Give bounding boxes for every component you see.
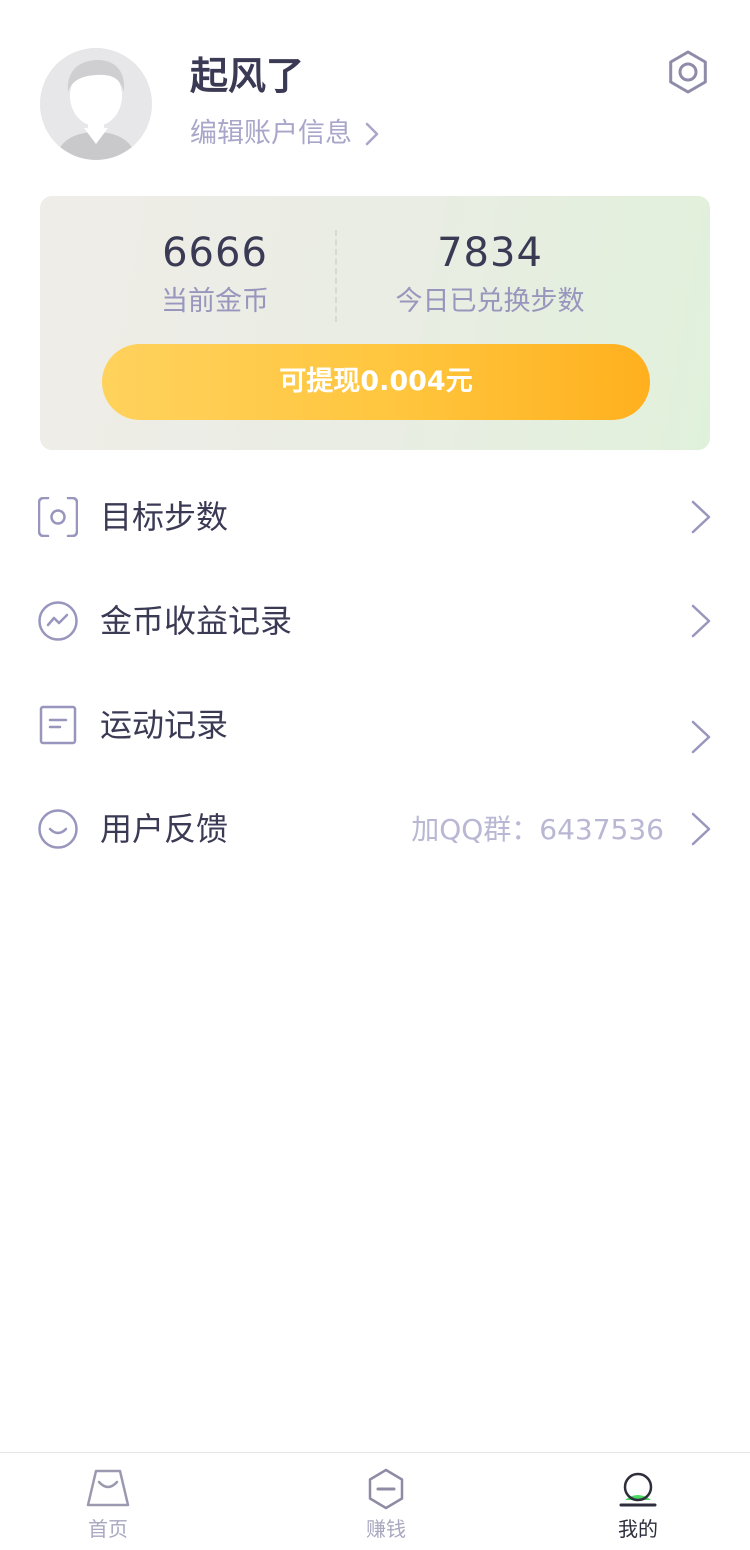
tab-label: 首页 bbox=[88, 1517, 128, 1541]
username: 起风了 bbox=[190, 54, 305, 98]
stats-card: 6666 当前金币 7834 今日已兑换步数 可提现0.004元 bbox=[40, 196, 710, 450]
edit-account-label: 编辑账户信息 bbox=[190, 118, 352, 149]
chevron-right-icon bbox=[691, 500, 711, 534]
bottom-tab-bar: 首页 赚钱 我的 bbox=[0, 1452, 750, 1550]
target-icon bbox=[38, 497, 78, 537]
trend-chart-icon bbox=[38, 601, 78, 641]
tab-earn[interactable]: 赚钱 bbox=[316, 1453, 456, 1550]
gear-icon bbox=[669, 50, 707, 94]
coins-value: 6666 bbox=[162, 230, 268, 276]
avatar[interactable] bbox=[40, 48, 152, 160]
tab-home[interactable]: 首页 bbox=[38, 1453, 178, 1550]
coins-stat: 6666 当前金币 bbox=[115, 226, 315, 322]
hexagon-coin-icon bbox=[368, 1468, 404, 1510]
tab-mine[interactable]: 我的 bbox=[568, 1453, 708, 1550]
tab-label: 我的 bbox=[618, 1517, 658, 1541]
tab-label: 赚钱 bbox=[366, 1517, 406, 1541]
document-icon bbox=[39, 705, 77, 745]
settings-button[interactable] bbox=[664, 48, 712, 96]
chevron-right-icon bbox=[365, 122, 379, 146]
menu-item-label: 金币收益记录 bbox=[100, 602, 293, 640]
menu-item-target-steps[interactable]: 目标步数 bbox=[0, 472, 750, 562]
chevron-right-icon bbox=[691, 604, 711, 638]
qq-group-info: 加QQ群：6437536 bbox=[411, 813, 664, 846]
edit-account-link[interactable]: 编辑账户信息 bbox=[190, 114, 380, 154]
chevron-right-icon bbox=[691, 720, 711, 754]
smile-icon bbox=[38, 809, 78, 849]
user-profile-icon bbox=[619, 1472, 657, 1507]
menu-item-exercise-records[interactable]: 运动记录 bbox=[0, 680, 750, 770]
shopping-bag-icon bbox=[86, 1469, 130, 1507]
menu-item-user-feedback[interactable]: 用户反馈 加QQ群：6437536 bbox=[0, 784, 750, 874]
steps-label: 今日已兑换步数 bbox=[395, 286, 585, 317]
chevron-right-icon bbox=[691, 812, 711, 846]
steps-value: 7834 bbox=[437, 230, 543, 276]
menu-item-label: 目标步数 bbox=[100, 498, 229, 536]
steps-stat: 7834 今日已兑换步数 bbox=[365, 226, 615, 322]
menu-item-coin-earnings[interactable]: 金币收益记录 bbox=[0, 576, 750, 666]
stats-divider bbox=[335, 230, 337, 322]
menu-item-label: 用户反馈 bbox=[100, 810, 229, 848]
default-avatar-icon bbox=[40, 48, 152, 160]
menu-item-label: 运动记录 bbox=[100, 706, 229, 744]
coins-label: 当前金币 bbox=[161, 286, 269, 317]
withdraw-button[interactable]: 可提现0.004元 bbox=[102, 344, 650, 420]
